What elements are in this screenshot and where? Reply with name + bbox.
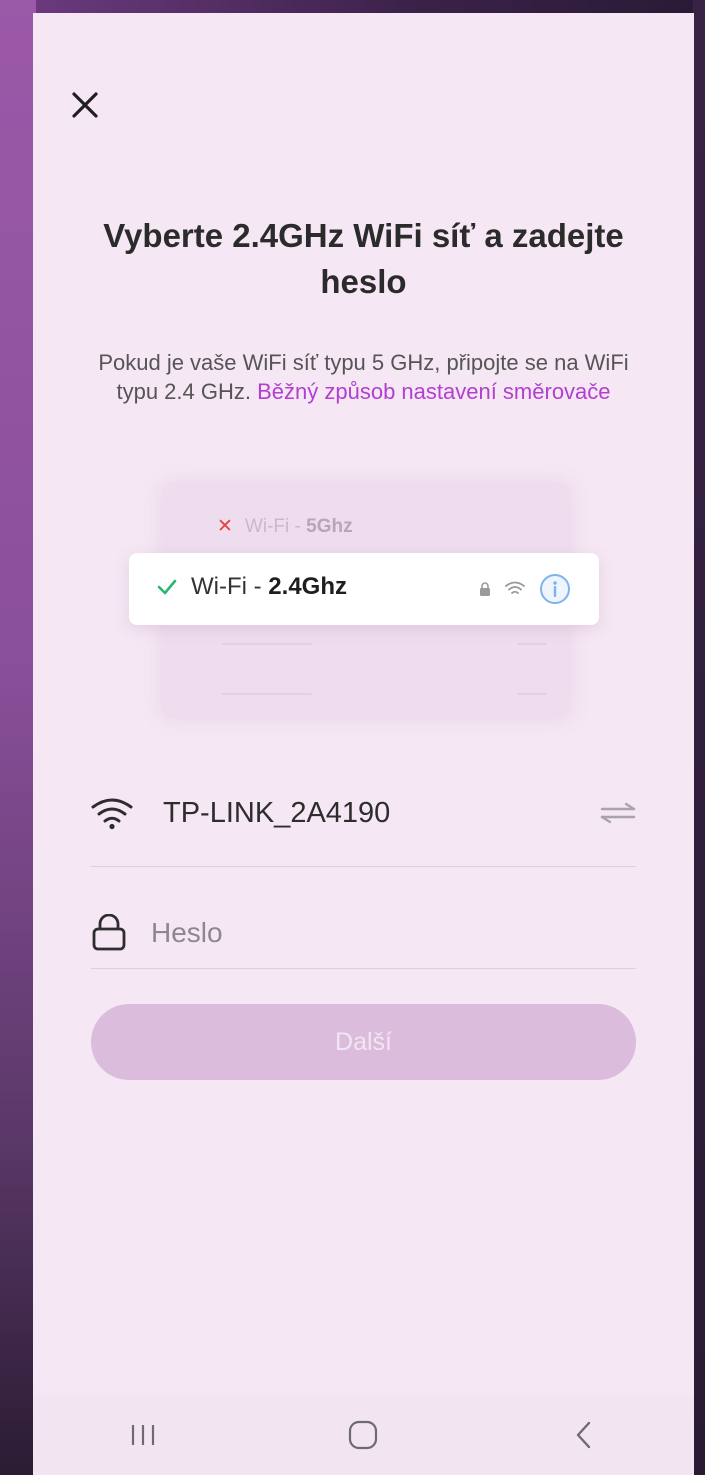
illustration-24ghz-label: Wi-Fi - 2.4Ghz <box>191 573 347 601</box>
switch-network-button[interactable] <box>600 801 636 825</box>
check-icon <box>157 579 177 595</box>
illustration-24ghz-band: 2.4Ghz <box>268 573 347 600</box>
illustration-5ghz-prefix: Wi-Fi - <box>244 516 307 537</box>
lock-icon <box>92 914 126 951</box>
close-button[interactable] <box>63 83 107 127</box>
wallpaper-right <box>693 0 705 1475</box>
status-bar <box>33 13 694 73</box>
password-input[interactable] <box>149 916 636 950</box>
illustration-5ghz-band: 5Ghz <box>306 516 353 537</box>
next-button[interactable]: Další <box>91 1004 636 1080</box>
wifi-ssid: TP-LINK_2A4190 <box>163 796 391 829</box>
nav-home-button[interactable] <box>323 1405 403 1465</box>
app-screen: Vyberte 2.4GHz WiFi síť a zadejte heslo … <box>33 13 694 1475</box>
illustration-row-icons <box>479 573 571 605</box>
nav-recents-button[interactable] <box>103 1405 183 1465</box>
wifi-network-field[interactable]: TP-LINK_2A4190 <box>91 778 636 848</box>
divider <box>91 968 636 969</box>
illustration-5ghz-row: ✕ Wi-Fi - 5Ghz <box>217 515 353 538</box>
placeholder-line <box>517 693 547 695</box>
close-icon <box>72 92 98 118</box>
placeholder-line <box>222 693 312 695</box>
back-icon <box>576 1421 591 1449</box>
cross-icon: ✕ <box>217 516 233 537</box>
lock-icon <box>480 582 490 596</box>
info-icon <box>540 574 570 604</box>
illustration-24ghz-row: Wi-Fi - 2.4Ghz <box>129 553 599 625</box>
nav-back-button[interactable] <box>544 1405 624 1465</box>
home-icon <box>349 1420 378 1450</box>
wifi-icon <box>505 581 525 594</box>
wallpaper-left <box>0 0 36 1475</box>
placeholder-line <box>222 643 312 645</box>
divider <box>91 866 636 867</box>
wifi-band-illustration: ✕ Wi-Fi - 5Ghz Wi-Fi - 2.4Ghz <box>129 483 601 733</box>
password-field[interactable] <box>91 898 636 968</box>
wifi-icon <box>91 798 133 830</box>
page-subtitle: Pokud je vaše WiFi síť typu 5 GHz, připo… <box>83 348 644 406</box>
placeholder-line <box>517 643 547 645</box>
system-nav-bar <box>33 1395 694 1475</box>
illustration-24ghz-prefix: Wi-Fi - <box>191 573 269 600</box>
recents-icon <box>132 1425 155 1445</box>
page-title: Vyberte 2.4GHz WiFi síť a zadejte heslo <box>103 217 624 300</box>
router-setup-link[interactable]: Běžný způsob nastavení směrovače <box>257 379 610 404</box>
swap-arrows-icon <box>600 802 636 824</box>
